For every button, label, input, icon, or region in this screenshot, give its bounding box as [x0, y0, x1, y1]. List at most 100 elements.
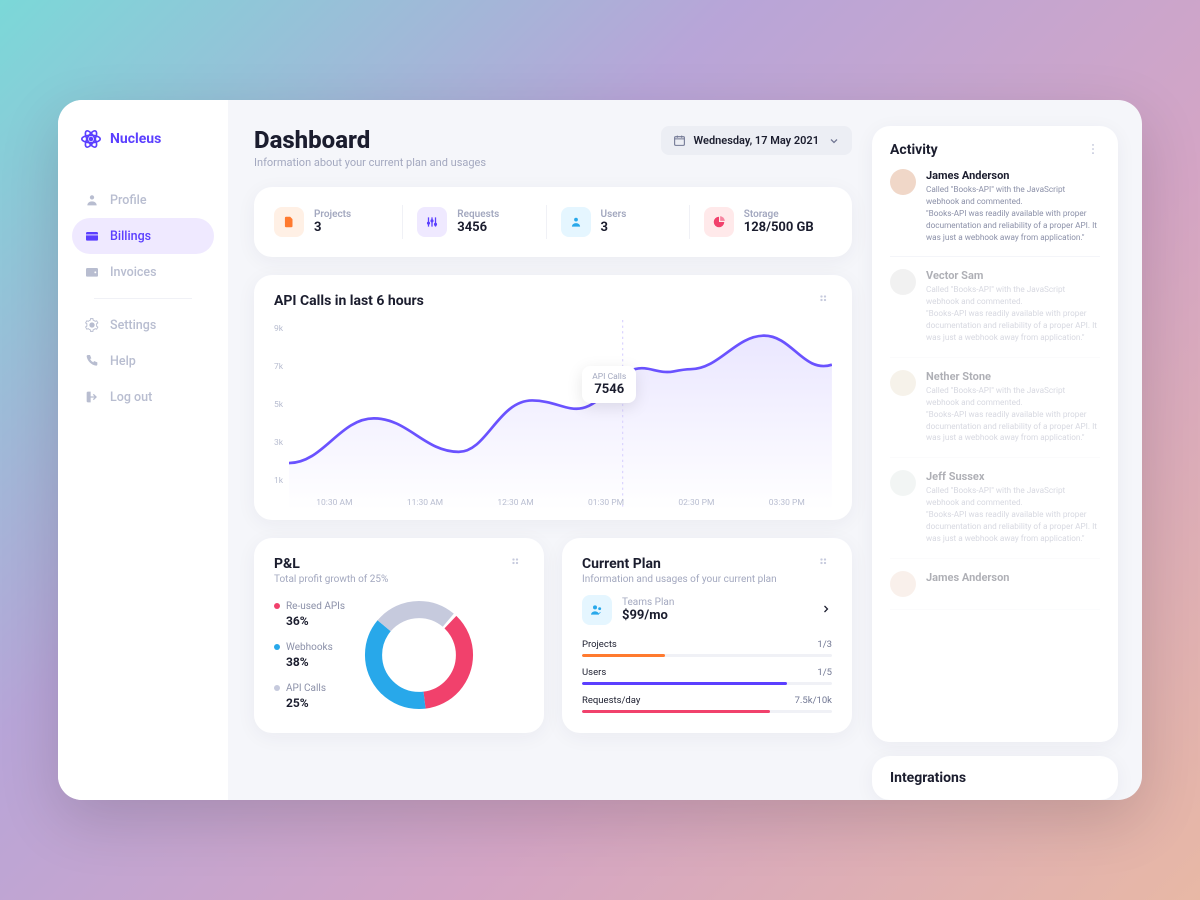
usage-value: 1/5	[817, 667, 832, 678]
bottom-row: P&L Total profit growth of 25% Re-used A…	[254, 538, 852, 733]
chart-title: API Calls in last 6 hours	[274, 293, 424, 309]
pnl-menu-icon[interactable]	[510, 556, 524, 573]
activity-title: Activity	[890, 142, 938, 158]
sidebar-item-help[interactable]: Help	[72, 343, 214, 379]
usage-bar-fill	[582, 710, 770, 713]
brand-name: Nucleus	[110, 131, 161, 147]
page-header: Dashboard Information about your current…	[254, 126, 852, 169]
legend-item: Re-used APIs 36%	[274, 601, 345, 628]
sidebar-item-label: Invoices	[110, 265, 157, 280]
plan-usage-list: Projects1/3Users1/5Requests/day7.5k/10k	[582, 639, 832, 713]
stats-card: Projects3Requests3456Users3Storage128/50…	[254, 187, 852, 257]
tooltip-label: API Calls	[592, 372, 626, 382]
activity-item[interactable]: Nether Stone Called "Books-API" with the …	[890, 370, 1100, 458]
date-picker[interactable]: Wednesday, 17 May 2021	[661, 126, 852, 155]
stat-users: Users3	[547, 205, 690, 239]
chart-plot[interactable]: API Calls 7546 10:30 AM11:30 AM12:30 AM0…	[289, 320, 832, 510]
sidebar-item-billings[interactable]: Billings	[72, 218, 214, 254]
gear-icon	[84, 317, 100, 333]
plan-price: $99/mo	[622, 608, 674, 623]
pnl-donut-chart	[359, 595, 479, 715]
y-tick: 5k	[274, 400, 283, 410]
brand-logo[interactable]: Nucleus	[58, 128, 228, 182]
stat-projects: Projects3	[274, 205, 403, 239]
activity-list: James Anderson Called "Books-API" with th…	[890, 169, 1100, 610]
legend-pct: 25%	[274, 696, 345, 710]
sidebar-item-label: Billings	[110, 229, 151, 244]
sidebar-item-label: Profile	[110, 193, 147, 208]
stat-value: 3	[601, 220, 627, 235]
usage-row: Projects 1/3	[582, 639, 832, 657]
legend-label: API Calls	[286, 683, 326, 694]
activity-user: Nether Stone	[926, 370, 1100, 383]
usage-value: 1/3	[817, 639, 832, 650]
activity-menu-icon[interactable]	[1086, 142, 1100, 159]
atom-icon	[80, 128, 102, 150]
y-tick: 9k	[274, 324, 283, 334]
chevron-right-icon	[820, 603, 832, 618]
y-tick: 3k	[274, 438, 283, 448]
app-window: Nucleus Profile Billings Invoices SettingsH…	[58, 100, 1142, 800]
activity-desc: Called "Books-API" with the JavaScript w…	[926, 285, 1100, 344]
logout-icon	[84, 389, 100, 405]
stat-storage: Storage128/500 GB	[690, 205, 832, 239]
fade-mask	[872, 692, 1118, 742]
usage-label: Users	[582, 667, 606, 678]
user-icon	[84, 192, 100, 208]
activity-desc: Called "Books-API" with the JavaScript w…	[926, 486, 1100, 545]
nav-divider	[94, 298, 192, 299]
x-tick: 01:30 PM	[588, 498, 624, 508]
activity-user: James Anderson	[926, 169, 1100, 182]
activity-item[interactable]: Vector Sam Called "Books-API" with the Ja…	[890, 269, 1100, 357]
usage-label: Requests/day	[582, 695, 640, 706]
phone-icon	[84, 353, 100, 369]
integrations-card[interactable]: Integrations	[872, 756, 1118, 800]
legend-item: Webhooks38%	[274, 642, 345, 669]
plan-menu-icon[interactable]	[818, 556, 832, 573]
usage-label: Projects	[582, 639, 617, 650]
integrations-title: Integrations	[890, 770, 1100, 786]
stat-value: 3456	[457, 220, 499, 235]
sidebar-item-log-out[interactable]: Log out	[72, 379, 214, 415]
activity-item[interactable]: Jeff SussexCalled "Books-API" with the J…	[890, 470, 1100, 558]
pnl-subtitle: Total profit growth of 25%	[274, 574, 388, 585]
sliders-icon	[417, 207, 447, 237]
sidebar-item-profile[interactable]: Profile	[72, 182, 214, 218]
page-subtitle: Information about your current plan and …	[254, 156, 486, 169]
activity-user: Vector Sam	[926, 269, 1100, 282]
sidebar: Nucleus Profile Billings Invoices SettingsH…	[58, 100, 228, 800]
legend-label: Re-used APIs	[286, 601, 345, 612]
stat-value: 128/500 GB	[744, 220, 814, 235]
stat-value: 3	[314, 220, 351, 235]
date-value: Wednesday, 17 May 2021	[694, 134, 819, 147]
pnl-title: P&L	[274, 556, 388, 572]
legend-dot	[274, 685, 280, 691]
chevron-down-icon	[827, 134, 840, 147]
wallet-icon	[84, 264, 100, 280]
activity-item[interactable]: James Anderson	[890, 571, 1100, 610]
legend-dot	[274, 603, 280, 609]
pnl-card: P&L Total profit growth of 25% Re-used A…	[254, 538, 544, 733]
chart-x-axis: 10:30 AM11:30 AM12:30 AM01:30 PM02:30 PM…	[289, 498, 832, 508]
sidebar-item-invoices[interactable]: Invoices	[72, 254, 214, 290]
usage-row: Users 1/5	[582, 667, 832, 685]
activity-item[interactable]: James AndersonCalled "Books-API" with th…	[890, 169, 1100, 257]
x-tick: 12:30 AM	[497, 498, 533, 508]
y-tick: 1k	[274, 476, 283, 486]
team-icon	[582, 595, 612, 625]
sidebar-item-settings[interactable]: Settings	[72, 307, 214, 343]
legend-pct: 36%	[274, 614, 345, 628]
chart-y-axis: 9k7k5k3k1k	[274, 320, 289, 510]
activity-desc: Called "Books-API" with the JavaScript w…	[926, 386, 1100, 445]
main-area: Dashboard Information about your current…	[228, 100, 1142, 800]
x-tick: 02:30 PM	[678, 498, 714, 508]
stat-label: Users	[601, 209, 627, 220]
usage-bar-fill	[582, 682, 787, 685]
legend-dot	[274, 644, 280, 650]
plan-select-row[interactable]: Teams Plan $99/mo	[582, 595, 832, 625]
chart-menu-icon[interactable]	[818, 293, 832, 310]
legend-item: API Calls 25%	[274, 683, 345, 710]
calendar-icon	[673, 134, 686, 147]
tooltip-value: 7546	[592, 382, 626, 397]
activity-user: James Anderson	[926, 571, 1009, 584]
